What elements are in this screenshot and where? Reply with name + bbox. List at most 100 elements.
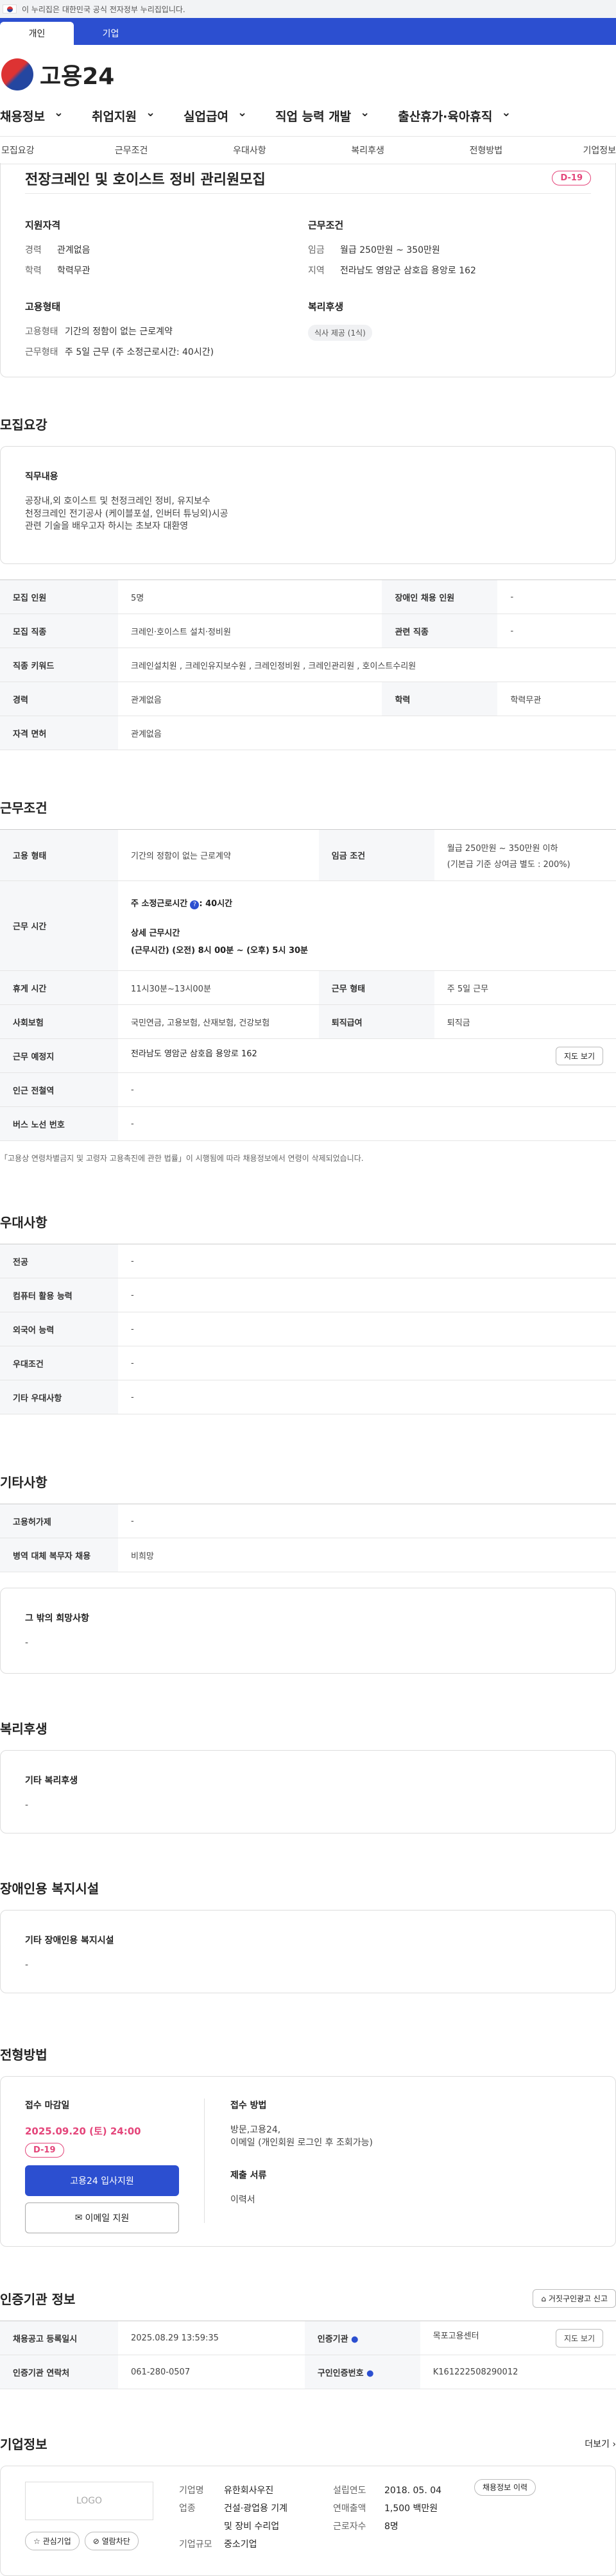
label: 학력 — [25, 266, 42, 276]
work-condition-heading: 근무조건 — [308, 219, 344, 231]
cell: 기타 우대사항 — [0, 1380, 118, 1414]
cell: 학력무관 — [497, 682, 616, 716]
cell: 모집 직종 — [0, 614, 118, 648]
anchor-selection[interactable]: 전형방법 — [427, 144, 545, 157]
anchor-welfare[interactable]: 복리후생 — [309, 144, 427, 157]
dday-badge: D-19 — [25, 2143, 64, 2158]
recruit-section-title: 모집요강 — [0, 417, 47, 433]
table-row: 전공 - — [0, 1244, 616, 1278]
label: 근로자수 — [333, 2521, 366, 2532]
table-row: 근무 시간 주 소정근로시간 ?: 40시간 상세 근무시간 (근무시간) (오… — [0, 880, 616, 971]
info-icon[interactable]: ● — [366, 2369, 373, 2378]
anchor-company[interactable]: 기업정보 — [545, 144, 616, 157]
cell: 근무 예정지 — [0, 1038, 118, 1073]
cell: 고용허가제 — [0, 1504, 118, 1538]
table-row: 기타 우대사항 - — [0, 1380, 616, 1414]
preference-table: 전공 - 컴퓨터 활용 능력 - 외국어 능력 - 우대조건 - 기타 우대사항 - — [0, 1244, 616, 1414]
cell: 크레인설치원 , 크레인유지보수원 , 크레인정비원 , 크레인관리원 , 호이… — [118, 648, 616, 682]
label: 지역 — [308, 266, 325, 276]
company-size: 중소기업 — [224, 2539, 257, 2550]
cell: - — [118, 1380, 616, 1414]
nav-parental-leave[interactable]: 출산휴가·육아휴직 — [398, 107, 511, 125]
report-false-ad-button[interactable]: ⌂ 거짓구인광고 신고 — [533, 2289, 616, 2308]
nav-vocational-training[interactable]: 직업 능력 개발 — [275, 107, 370, 125]
cell: 11시30분~13시00분 — [118, 970, 319, 1005]
cell: 5명 — [118, 580, 382, 614]
disability-section-title: 장애인용 복지시설 — [0, 1881, 99, 1896]
table-row: 고용허가제 - — [0, 1504, 616, 1538]
age-notice: 「고용상 연령차별금지 및 고령자 고용촉진에 관한 법률」이 시행됨에 따라 … — [0, 1154, 364, 1163]
favorite-company-button[interactable]: ☆ 관심기업 — [25, 2532, 80, 2550]
korea-flag-icon — [3, 4, 17, 13]
table-row: 우대조건 - — [0, 1346, 616, 1380]
block-view-button[interactable]: ⊘ 열람차단 — [84, 2532, 139, 2550]
label: 업종 — [179, 2503, 196, 2514]
cell: - — [118, 1244, 616, 1278]
cell: - — [118, 1106, 616, 1141]
duty-box: 직무내용 공장내,외 호이스트 및 천정크레인 정비, 유지보수 천정크레인 전… — [0, 446, 616, 564]
welfare-section-title: 복리후생 — [0, 1721, 47, 1737]
table-row: 병역 대체 복무자 채용 비희망 — [0, 1538, 616, 1572]
cert-no-label: 구인인증번호 — [317, 2368, 364, 2378]
cell: - — [118, 1346, 616, 1380]
table-row: 사회보험 국민연금, 고용보험, 산재보험, 건강보험 퇴직급여 퇴직금 — [0, 1004, 616, 1039]
wish-box: 그 밖의 희망사항 - — [0, 1588, 616, 1674]
cell: - — [118, 1312, 616, 1346]
apply-button[interactable]: 고용24 입사지원 — [25, 2165, 179, 2196]
info-icon[interactable]: ? — [190, 900, 200, 909]
block-label: 열람차단 — [101, 2537, 130, 2546]
cell: - — [118, 1504, 616, 1538]
site-logo[interactable]: 고용24 — [0, 45, 616, 104]
info-icon[interactable]: ● — [351, 2335, 358, 2344]
method-heading: 접수 방법 — [230, 2100, 267, 2111]
label: 경력 — [25, 245, 42, 255]
recruit-table: 모집 인원 5명 장애인 채용 인원 - 모집 직종 크레인·호이스트 설치·정비원 관련… — [0, 580, 616, 750]
tab-personal[interactable]: 개인 — [0, 22, 74, 45]
value: 전라남도 영암군 삼호읍 용앙로 162 — [340, 266, 476, 276]
more-link[interactable]: 더보기 › — [585, 2437, 616, 2450]
anchor-recruit[interactable]: 모집요강 — [1, 144, 73, 157]
work-location: 전라남도 영암군 삼호읍 용앙로 162 — [131, 1049, 257, 1059]
nav-job-info[interactable]: 채용정보 — [0, 107, 64, 125]
hiring-history-button[interactable]: 채용정보 이력 — [474, 2479, 536, 2496]
welfare-heading: 기타 복리후생 — [25, 1776, 78, 1786]
main-nav: 채용정보 취업지원 실업급여 직업 능력 개발 출산휴가·육아휴직 — [0, 104, 616, 127]
nav-unemployment-benefit[interactable]: 실업급여 — [184, 107, 247, 125]
disability-box: 기타 장애인용 복지시설 - — [0, 1910, 616, 1993]
nav-employment-support[interactable]: 취업지원 — [92, 107, 155, 125]
table-row: 컴퓨터 활용 능력 - — [0, 1278, 616, 1312]
company-section-title: 기업정보 — [0, 2437, 47, 2452]
report-label: 거짓구인광고 신고 — [548, 2294, 608, 2303]
anchor-conditions[interactable]: 근무조건 — [73, 144, 191, 157]
cell: 자격 면허 — [0, 716, 118, 750]
welfare-box: 기타 복리후생 - — [0, 1750, 616, 1833]
email-apply-button[interactable]: ✉ 이메일 지원 — [25, 2202, 179, 2233]
cell: 주 소정근로시간 ?: 40시간 상세 근무시간 (근무시간) (오전) 8시 … — [118, 880, 616, 971]
brand-name: 고용24 — [40, 64, 115, 90]
duty-line: 관련 기술을 배우고자 하시는 초보자 대환영 — [25, 521, 189, 532]
table-row: 경력 관계없음 학력 학력무관 — [0, 682, 616, 716]
logo-icon — [1, 58, 33, 90]
cell: 외국어 능력 — [0, 1312, 118, 1346]
company-logo: LOGO — [25, 2482, 153, 2520]
tab-company[interactable]: 기업 — [74, 22, 148, 45]
anchor-preference[interactable]: 우대사항 — [191, 144, 309, 157]
cert-org-label: 인증기관 — [317, 2334, 348, 2344]
cell: 전라남도 영암군 삼호읍 용앙로 162 지도 보기 — [118, 1038, 616, 1073]
table-row: 인근 전철역 - — [0, 1072, 616, 1107]
map-button[interactable]: 지도 보기 — [556, 1046, 603, 1065]
cell: 고용 형태 — [0, 829, 118, 881]
table-row: 모집 인원 5명 장애인 채용 인원 - — [0, 580, 616, 614]
cell: 061-280-0507 — [118, 2355, 305, 2389]
duty-line: 천정크레인 전기공사 (케이블포설, 인버터 튜닝외)시공 — [25, 508, 228, 519]
cell: 월급 250만원 ~ 350만원 이하 (기본급 기준 상여금 별도 : 200%… — [434, 829, 616, 881]
duty-line: 공장내,외 호이스트 및 천정크레인 정비, 유지보수 — [25, 496, 210, 506]
email-apply-label: 이메일 지원 — [85, 2213, 130, 2224]
label: 연매출액 — [333, 2503, 366, 2514]
wage-note: (기본급 기준 상여금 별도 : 200%) — [447, 859, 570, 870]
mail-icon: ✉ — [74, 2213, 83, 2223]
cell: 채용공고 등록일시 — [0, 2321, 118, 2355]
map-button[interactable]: 지도 보기 — [556, 2328, 603, 2348]
home-icon: ⌂ — [541, 2294, 549, 2303]
cell: 주 5일 근무 — [434, 970, 616, 1005]
